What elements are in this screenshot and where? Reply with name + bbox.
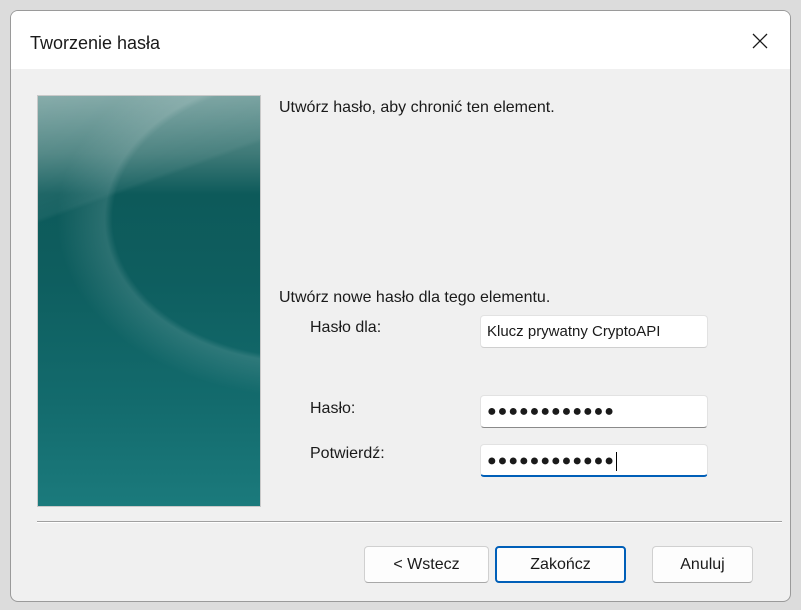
instruction-text: Utwórz nowe hasło dla tego elementu. [279, 289, 551, 306]
close-button[interactable] [732, 11, 790, 69]
window-title: Tworzenie hasła [30, 33, 161, 53]
confirm-password-input[interactable]: ●●●●●●●●●●●● [480, 444, 708, 477]
finish-button[interactable]: Zakończ [495, 546, 626, 583]
back-button[interactable]: < Wstecz [364, 546, 489, 583]
confirm-label: Potwierdź: [310, 445, 385, 462]
password-masked-value: ●●●●●●●●●●●● [487, 403, 615, 420]
close-icon [752, 33, 768, 49]
create-password-dialog: Tworzenie hasła Utwórz hasło, aby chroni… [10, 10, 791, 602]
password-for-field: Klucz prywatny CryptoAPI [480, 315, 708, 348]
intro-text: Utwórz hasło, aby chronić ten element. [279, 99, 555, 116]
wizard-banner-image [37, 95, 261, 507]
confirm-masked-value: ●●●●●●●●●●●● [487, 452, 615, 470]
password-for-label: Hasło dla: [310, 319, 382, 336]
separator [37, 521, 782, 523]
cancel-button[interactable]: Anuluj [652, 546, 753, 583]
text-caret [615, 452, 617, 471]
password-for-value: Klucz prywatny CryptoAPI [487, 323, 661, 340]
password-label: Hasło: [310, 400, 356, 417]
password-input[interactable]: ●●●●●●●●●●●● [480, 395, 708, 428]
banner-sheen [38, 96, 260, 506]
title-bar: Tworzenie hasła [11, 11, 790, 69]
